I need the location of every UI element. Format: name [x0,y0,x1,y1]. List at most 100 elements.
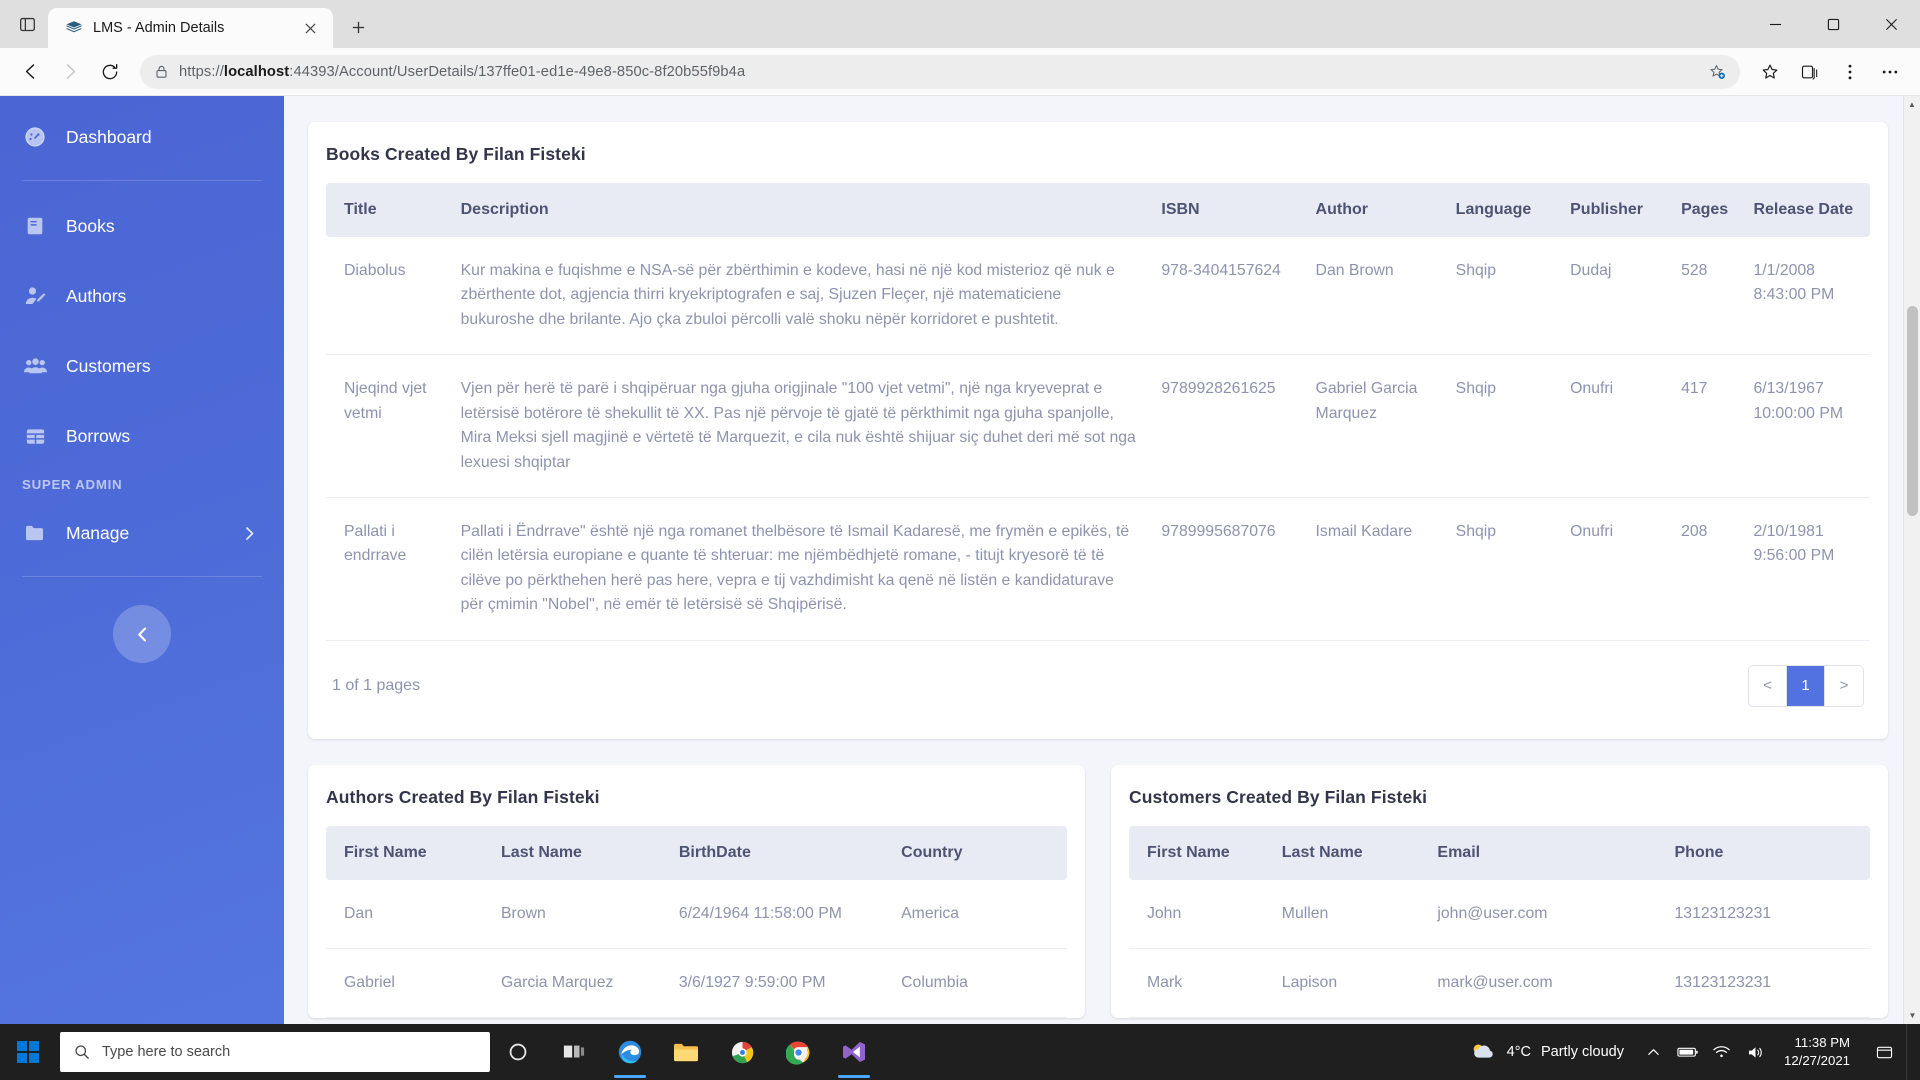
table-header-row: First Name Last Name BirthDate Country [326,825,1067,880]
wifi-icon[interactable] [1710,1045,1734,1059]
col-last-name[interactable]: Last Name [1269,825,1426,880]
scroll-up-arrow-icon[interactable]: ▲ [1904,96,1920,113]
sidebar-item-customers[interactable]: Customers [0,331,284,401]
minimize-button[interactable] [1746,0,1804,48]
table-row[interactable]: Gabriel Garcia Marquez 3/6/1927 9:59:00 … [326,948,1067,1019]
browser-essentials-icon[interactable] [1832,54,1868,90]
sidebar-section-header: SUPER ADMIN [22,477,123,492]
taskbar-weather-widget[interactable]: 4°C Partly cloudy [1469,1040,1632,1064]
pagination-page-1[interactable]: 1 [1787,665,1825,706]
table-row[interactable]: Diabolus Kur makina e fuqishme e NSA-së … [326,236,1870,356]
notifications-icon[interactable] [1872,1045,1896,1060]
cortana-icon[interactable] [490,1024,546,1080]
cell-pages: 528 [1669,236,1742,356]
tab-strip: LMS - Admin Details [0,0,1920,48]
table-row[interactable]: Njeqind vjet vetmi Vjen për herë të parë… [326,354,1870,498]
table-header-row: Title Description ISBN Author Language P… [326,183,1870,237]
page-viewport: Dashboard Books Authors Customers Borrow… [0,96,1920,1024]
sidebar-item-label: Manage [66,522,130,543]
sidebar-collapse-wrap [0,577,284,663]
cell-title: Diabolus [326,236,449,356]
col-first-name[interactable]: First Name [1129,825,1270,880]
cell-isbn: 9789995687076 [1149,497,1304,641]
sidebar-item-label: Books [66,215,115,236]
cell-first-name: Mark [1129,948,1270,1019]
col-language[interactable]: Language [1443,183,1559,237]
favorites-star-icon[interactable] [1752,54,1788,90]
window-close-button[interactable] [1862,0,1920,48]
start-button-icon[interactable] [0,1024,56,1080]
table-row[interactable]: Mark Lapison mark@user.com 13123123231 [1129,948,1870,1019]
cell-isbn: 978-3404157624 [1149,236,1304,356]
tray-chevron-up-icon[interactable] [1642,1046,1666,1059]
cell-phone: 13123123231 [1662,879,1870,949]
table-row[interactable]: Pallati i endrrave Pallati i Ëndrrave" ë… [326,497,1870,641]
cell-publisher: Dudaj [1558,236,1670,356]
col-country[interactable]: Country [889,825,1067,880]
taskbar-app-icon[interactable] [714,1024,770,1080]
authors-card: Authors Created By Filan Fisteki First N… [308,764,1085,1019]
forward-icon [52,54,88,90]
collections-star-icon[interactable] [1698,54,1734,90]
address-bar[interactable]: https://localhost:44393/Account/UserDeta… [140,54,1740,90]
tab-actions-icon[interactable] [6,4,48,44]
table-row[interactable]: Dan Brown 6/24/1964 11:58:00 PM America [326,879,1067,949]
browser-tab[interactable]: LMS - Admin Details [48,8,333,48]
pagination-prev-button[interactable]: < [1749,665,1787,706]
scrollbar-thumb[interactable] [1907,306,1918,516]
clock-date: 12/27/2021 [1783,1053,1850,1068]
col-birthdate[interactable]: BirthDate [666,825,890,880]
cell-author: Dan Brown [1303,236,1444,356]
users-group-icon [22,353,48,379]
battery-icon[interactable] [1676,1045,1700,1059]
col-phone[interactable]: Phone [1662,825,1870,880]
close-icon[interactable] [297,15,323,41]
settings-more-icon[interactable] [1872,54,1908,90]
cell-language: Shqip [1443,354,1559,498]
scroll-down-arrow-icon[interactable]: ▼ [1904,1007,1920,1024]
main-content: Books Created By Filan Fisteki Title Des… [284,96,1920,1024]
sidebar-item-dashboard[interactable]: Dashboard [0,102,284,172]
col-isbn[interactable]: ISBN [1149,183,1304,237]
col-description[interactable]: Description [448,183,1150,237]
customers-table: First Name Last Name Email Phone John Mu… [1129,825,1870,1019]
task-view-icon[interactable] [546,1024,602,1080]
reload-icon[interactable] [92,54,128,90]
volume-icon[interactable] [1744,1045,1768,1060]
new-tab-button[interactable] [341,10,375,44]
sidebar-item-manage[interactable]: Manage [0,498,284,568]
maximize-button[interactable] [1804,0,1862,48]
col-email[interactable]: Email [1425,825,1663,880]
sidebar-item-authors[interactable]: Authors [0,261,284,331]
collections-icon[interactable] [1792,54,1828,90]
col-author[interactable]: Author [1303,183,1444,237]
taskbar-edge-icon[interactable] [602,1024,658,1080]
folder-icon [22,520,48,546]
sidebar-item-label: Borrows [66,425,131,446]
col-last-name[interactable]: Last Name [489,825,667,880]
show-desktop-button[interactable] [1906,1024,1914,1080]
col-publisher[interactable]: Publisher [1558,183,1670,237]
taskbar-clock[interactable]: 11:38 PM 12/27/2021 [1778,1034,1862,1070]
authors-table-head: First Name Last Name BirthDate Country [326,825,1067,880]
back-icon[interactable] [12,54,48,90]
cell-last-name: Brown [489,879,667,949]
col-title[interactable]: Title [326,183,449,237]
col-release-date[interactable]: Release Date [1741,183,1870,237]
taskbar-search-input[interactable]: Type here to search [60,1032,490,1072]
col-pages[interactable]: Pages [1669,183,1742,237]
cell-first-name: Dan [326,879,490,949]
taskbar-file-explorer-icon[interactable] [658,1024,714,1080]
taskbar-visual-studio-icon[interactable] [826,1024,882,1080]
cell-author: Ismail Kadare [1303,497,1444,641]
page-scrollbar[interactable]: ▲ ▼ [1903,96,1920,1024]
table-row[interactable]: John Mullen john@user.com 13123123231 [1129,879,1870,949]
col-first-name[interactable]: First Name [326,825,490,880]
sidebar-item-borrows[interactable]: Borrows [0,401,284,471]
system-tray: 4°C Partly cloudy 11:38 PM 12/27/2021 [1469,1024,1920,1080]
books-table-body: Diabolus Kur makina e fuqishme e NSA-së … [326,236,1870,641]
sidebar-item-books[interactable]: Books [0,191,284,261]
pagination-next-button[interactable]: > [1825,665,1863,706]
taskbar-chrome-icon[interactable] [770,1024,826,1080]
sidebar-collapse-button[interactable] [113,605,171,663]
